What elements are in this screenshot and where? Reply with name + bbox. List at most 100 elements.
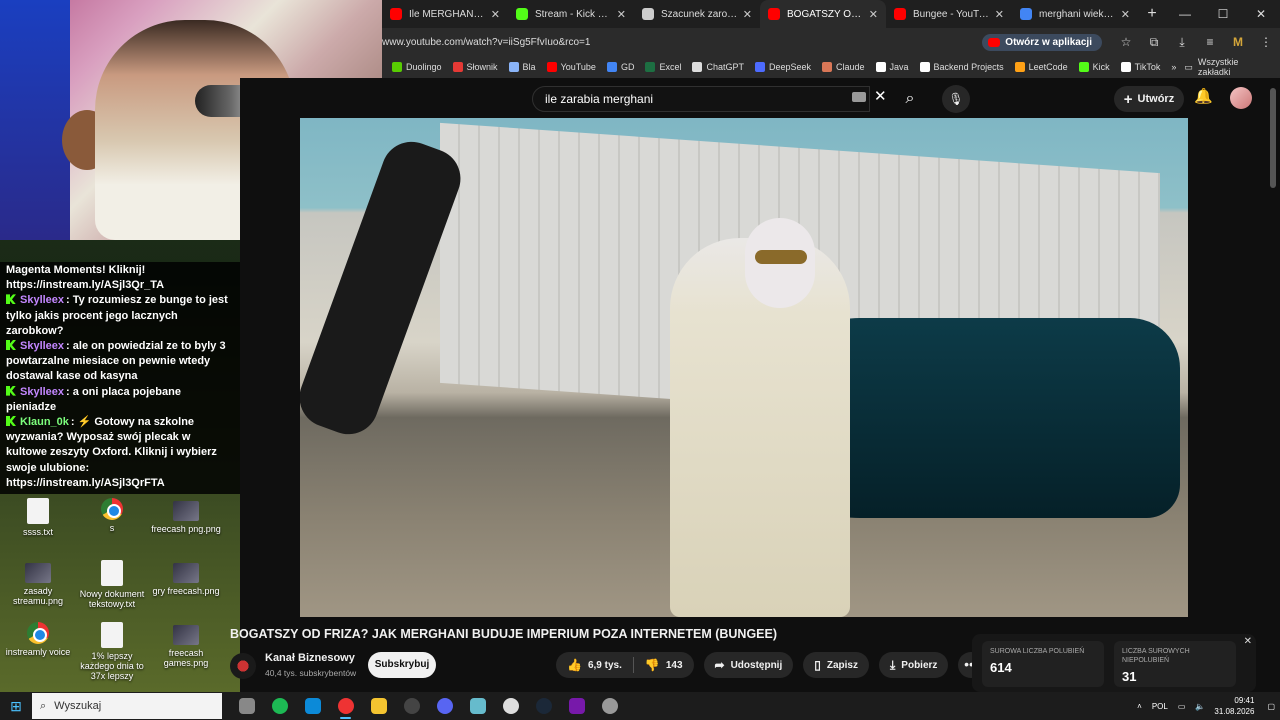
- taskbar-app-explorer[interactable]: [362, 692, 395, 720]
- bookmarks-overflow-icon[interactable]: »: [1171, 62, 1176, 72]
- notifications-bell-icon[interactable]: 🔔: [1194, 87, 1213, 105]
- tab-favicon-icon: [642, 8, 654, 20]
- taskbar-app-task-view[interactable]: [230, 692, 263, 720]
- windows-start-icon[interactable]: ⊞: [0, 698, 32, 715]
- desktop-icon[interactable]: gry freecash.png: [149, 560, 223, 596]
- url-field[interactable]: www.youtube.com/watch?v=iiSg5FfvIuo&rco=…: [382, 37, 982, 48]
- desktop-icon[interactable]: zasady streamu.png: [1, 560, 75, 606]
- desktop-icon[interactable]: instreamly voice: [1, 622, 75, 657]
- media-icon[interactable]: ≡: [1196, 35, 1224, 49]
- taskbar-app-obs[interactable]: [395, 692, 428, 720]
- taskbar-app-chatgpt[interactable]: [494, 692, 527, 720]
- profile-icon[interactable]: M: [1224, 35, 1252, 49]
- tab-close-icon[interactable]: ✕: [491, 8, 500, 21]
- chat-username: Skylleex: [20, 385, 65, 398]
- search-icon[interactable]: ⌕: [894, 86, 926, 112]
- menu-icon[interactable]: ⋮: [1252, 35, 1280, 49]
- taskbar-app-settings[interactable]: [593, 692, 626, 720]
- desktop-icon[interactable]: freecash games.png: [149, 622, 223, 668]
- search-input[interactable]: ile zarabia merghani: [532, 86, 870, 112]
- network-icon[interactable]: ▭: [1178, 702, 1186, 711]
- discord-icon: [436, 698, 453, 714]
- bookmark-item[interactable]: Kick: [1078, 62, 1110, 72]
- bookmark-item[interactable]: YouTube: [546, 62, 596, 72]
- bookmark-favicon-icon: [1078, 62, 1089, 72]
- minimize-button[interactable]: —: [1166, 0, 1204, 28]
- taskbar-app-chrome[interactable]: [329, 692, 362, 720]
- bookmark-item[interactable]: DeepSeek: [754, 62, 811, 72]
- clear-search-icon[interactable]: ✕: [874, 87, 887, 105]
- bookmark-star-icon[interactable]: ☆: [1112, 35, 1140, 49]
- desktop-icon-label: zasady streamu.png: [12, 586, 64, 606]
- taskbar-app-edge[interactable]: [296, 692, 329, 720]
- page-scrollbar[interactable]: [1270, 88, 1276, 188]
- all-bookmarks-folder[interactable]: ▭ Wszystkie zakładki: [1184, 57, 1270, 77]
- extensions-icon[interactable]: ⧉: [1140, 35, 1168, 50]
- plus-icon: +: [1123, 90, 1133, 108]
- like-button[interactable]: 👍 6,9 tys.: [556, 658, 633, 672]
- taskbar-app-steam[interactable]: [527, 692, 560, 720]
- bookmark-item[interactable]: ChatGPT: [692, 62, 744, 72]
- stream-chat: Magenta Moments! Kliknij! https://instre…: [0, 262, 240, 494]
- tab-favicon-icon: [1020, 8, 1032, 20]
- browser-tab[interactable]: Bungee - YouTube ✕: [886, 0, 1012, 28]
- channel-name[interactable]: Kanał Biznesowy: [265, 652, 355, 664]
- taskbar-search[interactable]: ⌕ Wyszukaj: [32, 693, 222, 719]
- share-button[interactable]: ➦ Udostępnij: [703, 652, 794, 678]
- save-button[interactable]: ▯ Zapisz: [803, 652, 869, 678]
- browser-tab[interactable]: Stream - Kick Dashboard ✕: [508, 0, 634, 28]
- bookmark-item[interactable]: Java: [875, 62, 909, 72]
- language-indicator[interactable]: POL: [1152, 702, 1168, 711]
- image-file-icon: [173, 563, 199, 583]
- desktop-icon-label: gry freecash.png: [152, 586, 220, 596]
- bookmark-item[interactable]: Bla: [508, 62, 536, 72]
- maximize-button[interactable]: ☐: [1204, 0, 1242, 28]
- channel-avatar[interactable]: [230, 653, 256, 679]
- close-window-button[interactable]: ✕: [1242, 0, 1280, 28]
- open-in-app-button[interactable]: Otwórz w aplikacji: [982, 33, 1102, 51]
- dislike-button[interactable]: 👎 143: [634, 658, 694, 672]
- browser-tab[interactable]: Ile MERGHANI zarabia ✕: [382, 0, 508, 28]
- desktop-icon[interactable]: freecash png.png: [149, 498, 223, 534]
- notifications-icon[interactable]: ▢: [1267, 702, 1275, 711]
- bookmark-item[interactable]: Backend Projects: [919, 62, 1004, 72]
- subscribe-button[interactable]: Subskrybuj: [368, 652, 436, 678]
- desktop-icon[interactable]: 1% lepszy każdego dnia to 37x lepszy: [75, 622, 149, 681]
- browser-tab[interactable]: merghani wiek - Szukaj ✕: [1012, 0, 1138, 28]
- taskbar-app-discord[interactable]: [428, 692, 461, 720]
- tab-close-icon[interactable]: ✕: [995, 8, 1004, 21]
- tab-close-icon[interactable]: ✕: [869, 8, 878, 21]
- bookmark-item[interactable]: LeetCode: [1014, 62, 1068, 72]
- text-file-icon: [101, 622, 123, 648]
- bookmark-item[interactable]: Duolingo: [392, 62, 442, 72]
- new-tab-button[interactable]: +: [1138, 0, 1166, 28]
- browser-tab[interactable]: Szacunek zarobków Stream ✕: [634, 0, 760, 28]
- tab-close-icon[interactable]: ✕: [1121, 8, 1130, 21]
- taskbar-app-onenote[interactable]: [560, 692, 593, 720]
- desktop-icon[interactable]: Nowy dokument tekstowy.txt: [75, 560, 149, 609]
- taskbar-app-spotify[interactable]: [263, 692, 296, 720]
- keyboard-icon[interactable]: [852, 92, 866, 102]
- desktop-icon[interactable]: ssss.txt: [1, 498, 75, 537]
- tab-close-icon[interactable]: ✕: [617, 8, 626, 21]
- voice-search-icon[interactable]: 🎙: [942, 85, 970, 113]
- account-avatar[interactable]: [1230, 87, 1252, 109]
- tab-close-icon[interactable]: ✕: [743, 8, 752, 21]
- bookmark-item[interactable]: Excel: [645, 62, 681, 72]
- volume-icon[interactable]: 🔈: [1195, 702, 1205, 711]
- video-player[interactable]: [300, 118, 1188, 617]
- bookmark-item[interactable]: GD: [606, 62, 634, 72]
- bookmark-item[interactable]: Słownik: [452, 62, 498, 72]
- tray-overflow-icon[interactable]: ˄: [1137, 702, 1142, 711]
- desktop-icon[interactable]: s: [75, 498, 149, 533]
- download-icon[interactable]: ⤓: [1168, 35, 1196, 50]
- create-button[interactable]: + Utwórz: [1114, 86, 1184, 112]
- download-button[interactable]: ⤓ Pobierz: [878, 652, 949, 678]
- bookmark-item[interactable]: Claude: [822, 62, 865, 72]
- close-panel-icon[interactable]: ✕: [1244, 636, 1252, 647]
- bookmark-item[interactable]: TikTok: [1120, 62, 1160, 72]
- browser-tab[interactable]: BOGATSZY OD FRIZA ✕: [760, 0, 886, 28]
- clock[interactable]: 09:41 31.08.2026: [1214, 695, 1254, 717]
- taskbar-app-notepad[interactable]: [461, 692, 494, 720]
- download-label: Pobierz: [901, 659, 938, 671]
